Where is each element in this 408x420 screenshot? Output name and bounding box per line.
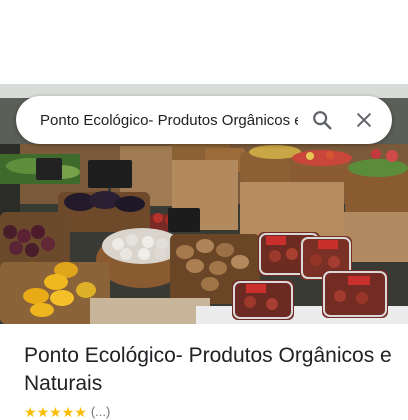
search-bar[interactable]: Ponto Ecológico- Produtos Orgânicos e Na… — [16, 96, 392, 144]
place-info-panel: Ponto Ecológico- Produtos Orgânicos e Na… — [0, 324, 408, 419]
star-icon: ★ — [61, 403, 75, 420]
star-icon: ★ — [24, 403, 37, 420]
place-title: Ponto Ecológico- Produtos Orgânicos e Na… — [24, 344, 392, 395]
review-count: (...) — [90, 404, 111, 419]
star-icon: ★ — [74, 403, 87, 420]
rating-row[interactable]: ★ ★ ★ ★ ★ (...) — [24, 404, 110, 419]
close-icon[interactable] — [346, 102, 382, 138]
top-blank-area — [0, 0, 408, 84]
star-icon: ★ — [36, 403, 50, 420]
search-input[interactable]: Ponto Ecológico- Produtos Orgânicos e Na… — [40, 112, 298, 129]
search-icon[interactable] — [304, 102, 340, 138]
star-icon: ★ — [49, 403, 62, 420]
